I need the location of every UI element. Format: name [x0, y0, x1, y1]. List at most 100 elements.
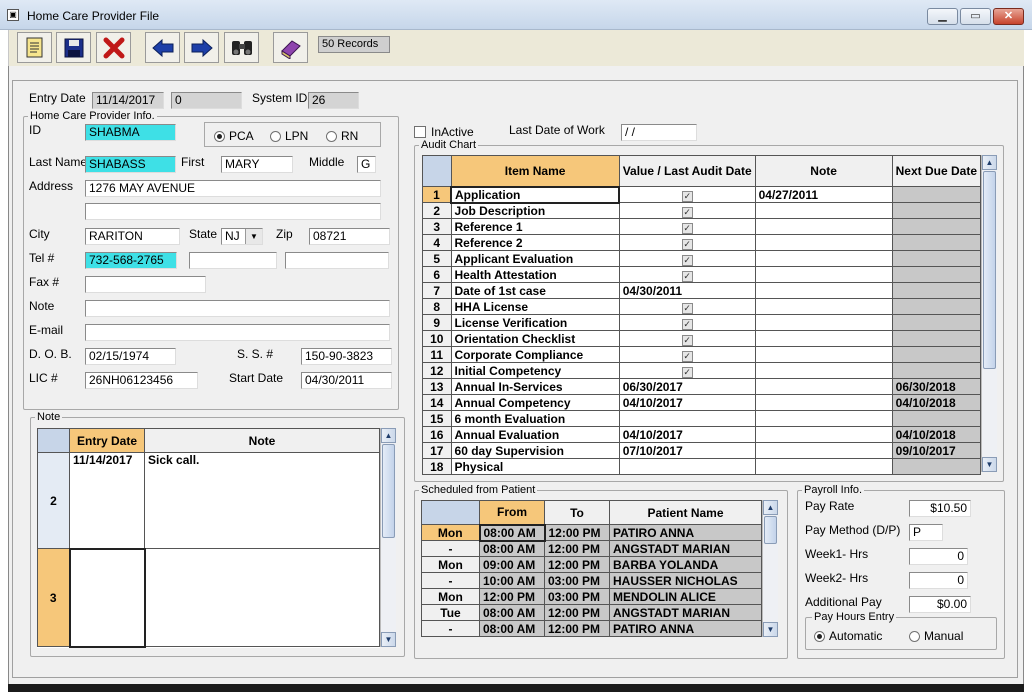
table-row[interactable]: 7 Date of 1st case 04/30/2011: [422, 282, 982, 299]
schedule-to[interactable]: 03:00 PM: [544, 572, 610, 589]
schedule-patient[interactable]: ANGSTADT MARIAN: [609, 604, 762, 621]
scroll-thumb[interactable]: [382, 444, 395, 538]
audit-header-value[interactable]: Value / Last Audit Date: [618, 155, 756, 187]
audit-note[interactable]: [754, 410, 893, 427]
find-button[interactable]: [224, 32, 259, 63]
minimize-button[interactable]: ▁: [927, 8, 958, 25]
audit-note[interactable]: [754, 394, 893, 411]
audit-note[interactable]: [754, 314, 893, 331]
start-date-field[interactable]: 04/30/2011: [301, 372, 392, 389]
audit-note[interactable]: [754, 330, 893, 347]
audit-item-name[interactable]: Corporate Compliance: [450, 346, 620, 363]
delete-button[interactable]: [96, 32, 131, 63]
audit-value[interactable]: 04/30/2011: [618, 282, 756, 299]
note-text[interactable]: [144, 548, 380, 647]
schedule-to[interactable]: 12:00 PM: [544, 524, 610, 541]
audit-value[interactable]: ✓: [618, 250, 756, 267]
table-row[interactable]: Mon 08:00 AM 12:00 PM PATIRO ANNA: [421, 523, 762, 542]
schedule-to[interactable]: 12:00 PM: [544, 540, 610, 557]
note-field[interactable]: [85, 300, 390, 317]
table-row[interactable]: -08:00 AM 12:00 PM PATIRO ANNA: [421, 620, 762, 637]
audit-value[interactable]: ✓: [618, 266, 756, 283]
report-button[interactable]: [273, 32, 308, 63]
audit-item-name[interactable]: Health Attestation: [450, 266, 620, 283]
audit-item-name[interactable]: Job Description: [450, 202, 620, 219]
hours-radio-automatic[interactable]: Automatic: [814, 629, 882, 643]
audit-note[interactable]: [754, 202, 893, 219]
audit-note[interactable]: [754, 426, 893, 443]
audit-value[interactable]: ✓: [618, 186, 756, 203]
notes-header-note[interactable]: Note: [144, 428, 380, 453]
schedule-patient[interactable]: ANGSTADT MARIAN: [609, 540, 762, 557]
schedule-header-patient[interactable]: Patient Name: [609, 500, 762, 525]
audit-value[interactable]: 04/10/2017: [618, 426, 756, 443]
scroll-down-icon[interactable]: ▼: [381, 632, 396, 647]
checkmark-icon[interactable]: ✓: [681, 350, 693, 362]
type-radio-rn[interactable]: RN: [326, 129, 358, 143]
audit-item-name[interactable]: License Verification: [450, 314, 620, 331]
new-record-button[interactable]: [17, 32, 52, 63]
audit-header-next-due[interactable]: Next Due Date: [891, 155, 982, 187]
audit-item-name[interactable]: HHA License: [450, 298, 620, 315]
table-row[interactable]: Mon 12:00 PM 03:00 PM MENDOLIN ALICE: [421, 588, 762, 605]
notes-header-entry-date[interactable]: Entry Date: [69, 428, 145, 453]
lic-field[interactable]: 26NH06123456: [85, 372, 198, 389]
checkmark-icon[interactable]: ✓: [681, 318, 693, 330]
schedule-from[interactable]: 08:00 AM: [479, 620, 545, 637]
week1-hours-field[interactable]: 0: [909, 548, 968, 565]
first-name-field[interactable]: MARY: [221, 156, 293, 173]
audit-note[interactable]: [754, 250, 893, 267]
ss-field[interactable]: 150-90-3823: [301, 348, 392, 365]
schedule-from[interactable]: 08:00 AM: [479, 540, 545, 557]
dob-field[interactable]: 02/15/1974: [85, 348, 176, 365]
audit-item-name[interactable]: Applicant Evaluation: [450, 250, 620, 267]
hours-radio-manual[interactable]: Manual: [909, 629, 963, 643]
scroll-up-icon[interactable]: ▲: [763, 500, 778, 515]
audit-note[interactable]: [754, 234, 893, 251]
audit-note[interactable]: [754, 266, 893, 283]
table-row[interactable]: Tue 08:00 AM 12:00 PM ANGSTADT MARIAN: [421, 604, 762, 621]
audit-item-name[interactable]: Annual Competency: [450, 394, 620, 411]
schedule-from[interactable]: 09:00 AM: [479, 556, 545, 573]
audit-note[interactable]: [754, 218, 893, 235]
chevron-down-icon[interactable]: ▼: [245, 229, 262, 244]
schedule-patient[interactable]: HAUSSER NICHOLAS: [609, 572, 762, 589]
audit-value[interactable]: ✓: [618, 362, 756, 379]
table-row[interactable]: 18 Physical: [422, 458, 982, 475]
table-row[interactable]: 13 Annual In-Services 06/30/2017 06/30/2018: [422, 378, 982, 395]
audit-note[interactable]: [754, 298, 893, 315]
table-row[interactable]: 3: [37, 547, 380, 648]
audit-item-name[interactable]: Application: [450, 185, 621, 204]
middle-field[interactable]: G: [357, 156, 376, 173]
checkmark-icon[interactable]: ✓: [681, 270, 693, 282]
schedule-from[interactable]: 12:00 PM: [479, 588, 545, 605]
fax-field[interactable]: [85, 276, 206, 293]
table-row[interactable]: 9 License Verification ✓: [422, 314, 982, 331]
scroll-down-icon[interactable]: ▼: [982, 457, 997, 472]
checkmark-icon[interactable]: ✓: [681, 222, 693, 234]
schedule-from[interactable]: 10:00 AM: [479, 572, 545, 589]
save-button[interactable]: [56, 32, 91, 63]
audit-item-name[interactable]: Initial Competency: [450, 362, 620, 379]
schedule-patient[interactable]: BARBA YOLANDA: [609, 556, 762, 573]
table-row[interactable]: 2 Job Description ✓: [422, 202, 982, 219]
audit-note[interactable]: [754, 458, 893, 475]
schedule-patient[interactable]: PATIRO ANNA: [609, 524, 762, 541]
audit-value[interactable]: ✓: [618, 202, 756, 219]
table-row[interactable]: 14 Annual Competency 04/10/2017 04/10/2018: [422, 394, 982, 411]
note-entry-date[interactable]: [68, 547, 146, 648]
table-row[interactable]: 2 11/14/2017 Sick call.: [37, 452, 380, 549]
table-row[interactable]: 4 Reference 2 ✓: [422, 234, 982, 251]
checkmark-icon[interactable]: ✓: [681, 238, 693, 250]
audit-value[interactable]: [618, 410, 756, 427]
note-entry-date[interactable]: 11/14/2017: [69, 452, 145, 549]
table-row[interactable]: 6 Health Attestation ✓: [422, 266, 982, 283]
schedule-patient[interactable]: PATIRO ANNA: [609, 620, 762, 637]
audit-item-name[interactable]: 6 month Evaluation: [450, 410, 620, 427]
audit-value[interactable]: 07/10/2017: [618, 442, 756, 459]
table-row[interactable]: 17 60 day Supervision 07/10/2017 09/10/2017: [422, 442, 982, 459]
schedule-to[interactable]: 12:00 PM: [544, 620, 610, 637]
checkmark-icon[interactable]: ✓: [681, 190, 693, 202]
audit-item-name[interactable]: Date of 1st case: [450, 282, 620, 299]
scroll-down-icon[interactable]: ▼: [763, 622, 778, 637]
